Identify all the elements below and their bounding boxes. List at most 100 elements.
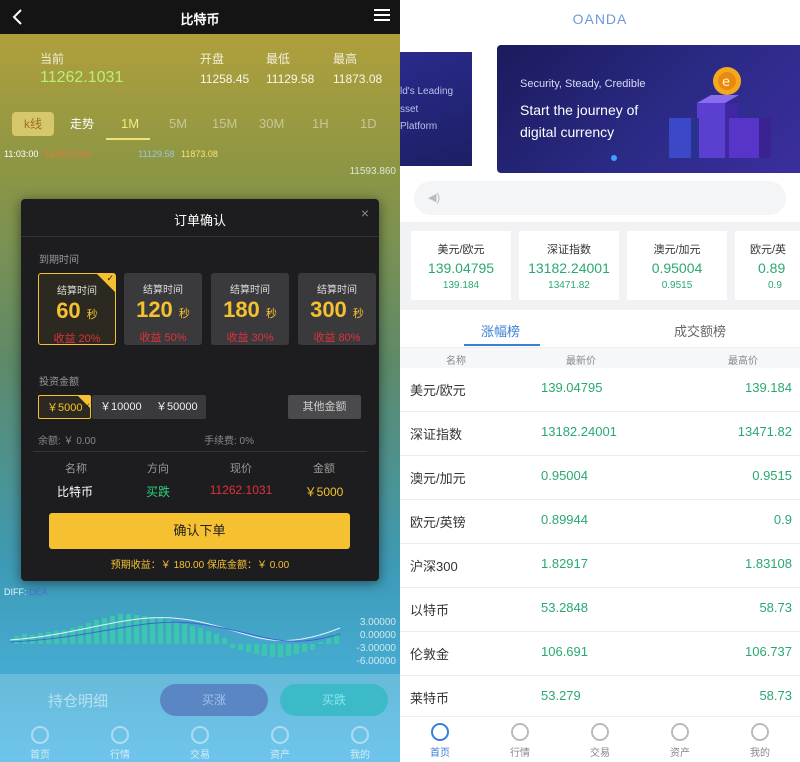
table-row[interactable]: 美元/欧元 139.04795 139.184 [400, 368, 800, 412]
table-row[interactable]: 深证指数 13182.24001 13471.82 [400, 412, 800, 456]
divider [33, 451, 367, 452]
diff-legend: DIFF: DEA [4, 587, 48, 597]
expiry-option-180[interactable]: 结算时间 180 秒 收益 30% [211, 273, 289, 345]
nav-market[interactable]: 行情 [500, 723, 540, 759]
positions-link[interactable]: 持仓明细 [48, 690, 108, 711]
chart-period-tabs: k线 走势 1M 5M 15M 30M 1H 1D [0, 108, 400, 140]
quote-card[interactable]: 美元/欧元 139.04795 139.184 [411, 231, 511, 300]
nav-trade[interactable]: 交易 [180, 726, 220, 761]
expiry-seconds: 300 [310, 297, 347, 322]
nav-market[interactable]: 行情 [100, 726, 140, 761]
row-high: 58.73 [759, 600, 792, 615]
home-icon [31, 726, 49, 744]
quote-card-name: 深证指数 [547, 244, 591, 256]
row-high: 13471.82 [737, 424, 792, 439]
table-row[interactable]: 莱特币 53.279 58.73 [400, 676, 800, 720]
wallet-icon [671, 723, 689, 741]
banner-prev-line: sset [400, 104, 419, 115]
expiry-option-120[interactable]: 结算时间 120 秒 收益 50% [124, 273, 202, 345]
nav-mine[interactable]: 我的 [740, 723, 780, 759]
nav-trade[interactable]: 交易 [580, 723, 620, 759]
banner-tagline: Security, Steady, Credible [520, 78, 646, 90]
quote-cards: 美元/欧元 139.04795 139.184 深证指数 13182.24001… [400, 222, 800, 310]
tab-1m[interactable]: 1M [121, 116, 139, 131]
expiry-value: 120 秒 [124, 297, 202, 323]
quote-card[interactable]: 澳元/加元 0.95004 0.9515 [627, 231, 727, 300]
axis-label-5: -6.00000 [356, 656, 396, 667]
banner-prev-slide[interactable]: ld's Leading sset Platform [400, 52, 472, 166]
quote-card-name: 美元/欧元 [437, 244, 485, 256]
top-bar: 比特币 [0, 0, 400, 34]
other-amount-button[interactable]: 其他金额 [288, 395, 361, 419]
low-price: 11129.58 [266, 72, 315, 86]
tab-15m[interactable]: 15M [212, 116, 237, 131]
tab-underline [106, 138, 150, 140]
high-label: 最高 [333, 52, 358, 66]
expiry-seconds: 60 [56, 298, 81, 323]
crypto-coin-illustration-icon: e [669, 67, 771, 158]
confirm-order-button[interactable]: 确认下单 [49, 513, 350, 549]
amount-10000-button[interactable]: ￥10000 [92, 395, 150, 419]
tab-1h[interactable]: 1H [312, 116, 329, 131]
expiry-rate: 收益 20% [53, 333, 101, 345]
ranking-list: 美元/欧元 139.04795 139.184 深证指数 13182.24001 134… [400, 368, 800, 720]
amount-50000-button[interactable]: ￥50000 [148, 395, 206, 419]
page-title: 比特币 [180, 12, 220, 27]
table-row[interactable]: 沪深300 1.82917 1.83108 [400, 544, 800, 588]
carousel-dot[interactable] [611, 155, 617, 161]
table-row[interactable]: 伦敦金 106.691 106.737 [400, 632, 800, 676]
close-icon[interactable]: × [361, 205, 369, 221]
tab-trend[interactable]: 走势 [58, 112, 106, 136]
row-last: 106.691 [541, 644, 588, 659]
expiry-unit: 秒 [265, 308, 277, 320]
expiry-option-60[interactable]: ✓ 结算时间 60 秒 收益 20% [38, 273, 116, 345]
nav-mine[interactable]: 我的 [340, 726, 380, 761]
table-row[interactable]: 欧元/英镑 0.89944 0.9 [400, 500, 800, 544]
row-high: 0.9 [773, 512, 792, 527]
nav-mine-label: 我的 [350, 750, 370, 761]
settle-time-label: 结算时间 [317, 285, 357, 296]
kline-time: 11:03:00 [4, 149, 39, 159]
order-confirm-modal: 订单确认 × 到期时间 ✓ 结算时间 60 秒 收益 20% 结算时间 120 … [21, 199, 379, 581]
tab-5m[interactable]: 5M [169, 116, 187, 131]
tab-1d[interactable]: 1D [360, 116, 377, 131]
buy-down-button[interactable]: 买跌 [280, 684, 388, 716]
modal-title: 订单确认 [173, 213, 226, 228]
quote-card-high: 139.184 [442, 280, 480, 291]
expiry-option-300[interactable]: 结算时间 300 秒 收益 80% [298, 273, 376, 345]
table-header: 名称 最新价 最高价 [400, 348, 800, 368]
menu-icon[interactable] [374, 9, 390, 25]
row-name: 莱特币 [410, 691, 450, 706]
table-row[interactable]: 以特币 53.2848 58.73 [400, 588, 800, 632]
nav-assets[interactable]: 资产 [260, 726, 300, 761]
order-name: 比特币 [56, 485, 93, 499]
row-last: 53.2848 [541, 600, 588, 615]
quote-card[interactable]: 深证指数 13182.24001 13471.82 [519, 231, 619, 300]
wallet-icon [271, 726, 289, 744]
buy-up-button[interactable]: 买涨 [160, 684, 268, 716]
row-last: 0.89944 [541, 512, 588, 527]
row-high: 139.184 [745, 380, 792, 395]
balance-text: 余额: ￥ 0.00 [38, 436, 96, 447]
row-high: 58.73 [759, 688, 792, 703]
expiry-unit: 秒 [352, 308, 364, 320]
tab-gainers[interactable]: 涨幅榜 [481, 321, 520, 340]
settle-time-label: 结算时间 [230, 285, 270, 296]
tab-kline[interactable]: k线 [12, 112, 55, 136]
modal-header: 订单确认 × [21, 199, 379, 237]
quote-card-name: 欧元/英 [750, 244, 787, 256]
nav-home[interactable]: 首页 [420, 723, 460, 759]
table-row[interactable]: 澳元/加元 0.95004 0.9515 [400, 456, 800, 500]
row-high: 106.737 [745, 644, 792, 659]
tab-volume[interactable]: 成交额榜 [674, 321, 726, 340]
nav-assets[interactable]: 资产 [660, 723, 700, 759]
nav-home[interactable]: 首页 [20, 726, 60, 761]
banner-slide[interactable]: Security, Steady, Credible Start the jou… [497, 45, 800, 173]
quote-card-price: 0.95004 [651, 260, 703, 276]
app-logo: OANDA [572, 11, 628, 27]
notice-bar[interactable]: ◀) [414, 181, 786, 215]
amount-5000-button[interactable]: ￥5000 ✓ [38, 395, 92, 419]
tab-30m[interactable]: 30M [259, 116, 284, 131]
nav-trade-label: 交易 [190, 750, 210, 761]
quote-card[interactable]: 欧元/英 0.89 0.9 [735, 231, 800, 300]
